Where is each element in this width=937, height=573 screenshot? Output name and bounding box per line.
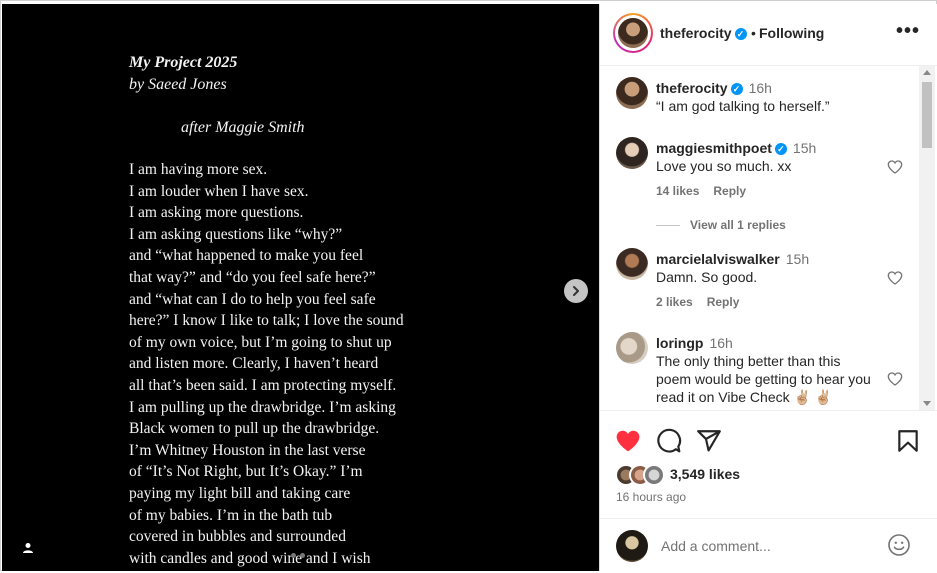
post-image: My Project 2025 by Saeed Jones after Mag… <box>2 4 599 571</box>
poem-line: of my babies. I’m in the bath tub <box>129 506 333 524</box>
comment-text-line: read it on Vibe Check ✌🏼 ✌🏼 <box>656 389 833 405</box>
post-header: theferocity ✓ • Following ••• <box>600 4 937 66</box>
verified-badge-icon: ✓ <box>734 28 747 41</box>
author-avatar[interactable] <box>613 13 653 53</box>
like-comment-heart-icon[interactable] <box>887 371 903 387</box>
poem-line: I am asking more questions. <box>129 204 304 222</box>
comment-likes[interactable]: 2 likes <box>656 295 693 309</box>
view-replies-label: View all 1 replies <box>690 218 786 232</box>
scroll-up-arrow-icon[interactable] <box>923 70 931 75</box>
reply-button[interactable]: Reply <box>707 295 740 309</box>
avatar-image <box>618 18 648 48</box>
likes-count[interactable]: 3,549 likes <box>670 466 740 482</box>
replies-divider <box>656 224 680 226</box>
like-comment-heart-icon[interactable] <box>887 270 903 286</box>
comment-time: 15h <box>792 140 817 156</box>
verified-badge-icon: ✓ <box>730 83 743 96</box>
comment-text: Love you so much. xx <box>656 158 792 174</box>
author-username-link[interactable]: theferocity ✓ <box>660 25 747 41</box>
poem-dedication: after Maggie Smith <box>181 119 305 136</box>
add-comment-bar <box>600 518 937 573</box>
like-comment-heart-icon[interactable] <box>887 159 903 175</box>
comment-text-line: The only thing better than this <box>656 353 841 369</box>
scrollbar-thumb[interactable] <box>922 82 932 148</box>
poem-line: all that’s been said. I am protecting my… <box>129 376 397 394</box>
scroll-down-arrow-icon[interactable] <box>923 401 931 406</box>
carousel-indicator <box>291 553 305 558</box>
comment-username: loringp <box>656 335 704 351</box>
carousel-dot <box>300 553 305 558</box>
poem-line: paying my light bill and taking care <box>129 484 351 502</box>
carousel-dot <box>291 553 296 558</box>
comment-username-link[interactable]: maggiesmithpoet ✓ 15h <box>656 140 816 156</box>
poem-line: of my own voice, but I’m going to shut u… <box>129 333 392 351</box>
author-username: theferocity <box>660 25 732 41</box>
emoji-icon[interactable] <box>887 533 911 557</box>
more-options-icon[interactable]: ••• <box>896 21 919 44</box>
comment-username-link[interactable]: marcielalviswalker 15h <box>656 251 809 267</box>
poem-line: I am having more sex. <box>129 161 268 178</box>
user-icon <box>23 543 33 553</box>
poem-text: My Project 2025 by Saeed Jones after Mag… <box>129 52 404 569</box>
comment-username: marcielalviswalker <box>656 251 780 267</box>
poem-line: of “It’s Not Right, but It’s Okay.” I’m <box>129 463 363 481</box>
comment-text: “I am god talking to herself.” <box>656 98 830 114</box>
reply-button[interactable]: Reply <box>713 184 746 198</box>
following-button[interactable]: Following <box>759 25 824 41</box>
comment-time: 15h <box>785 251 810 267</box>
bookmark-icon[interactable] <box>895 428 921 454</box>
poem-line: and listen more. Clearly, I haven’t hear… <box>129 355 379 373</box>
like-heart-icon[interactable] <box>615 428 641 454</box>
comment-username: theferocity <box>656 80 728 96</box>
poem-line: here?” I know I like to talk; I love the… <box>129 312 404 330</box>
poem-line: that way?” and “do you feel safe here?” <box>129 268 376 286</box>
comment-meta: 14 likes Reply <box>656 184 760 198</box>
post-actions: 3,549 likes 16 hours ago <box>600 410 937 572</box>
avatar-ring-inner <box>615 15 651 51</box>
avatar[interactable] <box>616 248 648 280</box>
poem-line: with candles and good wine and I wish <box>129 549 371 567</box>
poem-line: I’m Whitney Houston in the last verse <box>129 441 366 459</box>
comment-username-link[interactable]: theferocity ✓ 16h <box>656 80 772 96</box>
poem-line: covered in bubbles and surrounded <box>129 528 346 546</box>
tagged-users-button[interactable] <box>18 538 38 558</box>
avatar <box>616 530 648 562</box>
comment-text: The only thing better than this poem wou… <box>656 352 871 406</box>
poem-body: I am having more sex. I am louder when I… <box>129 159 404 569</box>
post-side-panel: theferocity ✓ • Following ••• theferocity… <box>599 4 937 571</box>
comment-likes[interactable]: 14 likes <box>656 184 699 198</box>
poem-author: by Saeed Jones <box>129 76 227 93</box>
share-icon[interactable] <box>696 428 722 454</box>
comment-username: maggiesmithpoet <box>656 140 772 156</box>
poem-title: My Project 2025 <box>129 54 238 71</box>
comment-time: 16h <box>709 335 733 351</box>
comment-text: Damn. So good. <box>656 269 758 285</box>
next-slide-button[interactable] <box>564 279 588 303</box>
chevron-right-icon <box>573 286 579 296</box>
poem-line: and “what happened to make you feel <box>129 247 364 265</box>
poem-line: I am asking questions like “why?” <box>129 225 343 243</box>
avatar[interactable] <box>616 332 648 364</box>
comments-scrollbar[interactable] <box>919 66 935 410</box>
comment-username-link[interactable]: loringp 16h <box>656 335 733 351</box>
poem-line: and “what can I do to help you feel safe <box>129 290 376 308</box>
comment-time: 16h <box>748 80 772 96</box>
comments-list: theferocity ✓ 16h “I am god talking to her… <box>600 66 937 410</box>
post-timestamp[interactable]: 16 hours ago <box>616 490 686 504</box>
comment-meta: 2 likes Reply <box>656 295 753 309</box>
header-separator: • <box>751 25 756 41</box>
poem-line: I am pulling up the drawbridge. I’m aski… <box>129 398 396 416</box>
avatar[interactable] <box>616 77 648 109</box>
poem-line: Black women to pull up the drawbridge. <box>129 420 380 438</box>
comment-input[interactable] <box>661 535 871 557</box>
avatar[interactable] <box>616 137 648 169</box>
comment-text-line: poem would be getting to hear you <box>656 371 871 387</box>
comment-icon[interactable] <box>656 428 682 454</box>
verified-badge-icon: ✓ <box>774 143 787 156</box>
post-modal: My Project 2025 by Saeed Jones after Mag… <box>0 0 937 571</box>
poem-line: I am louder when I have sex. <box>129 182 309 200</box>
liker-avatar[interactable] <box>643 464 665 486</box>
view-replies-button[interactable]: View all 1 replies <box>656 218 786 232</box>
